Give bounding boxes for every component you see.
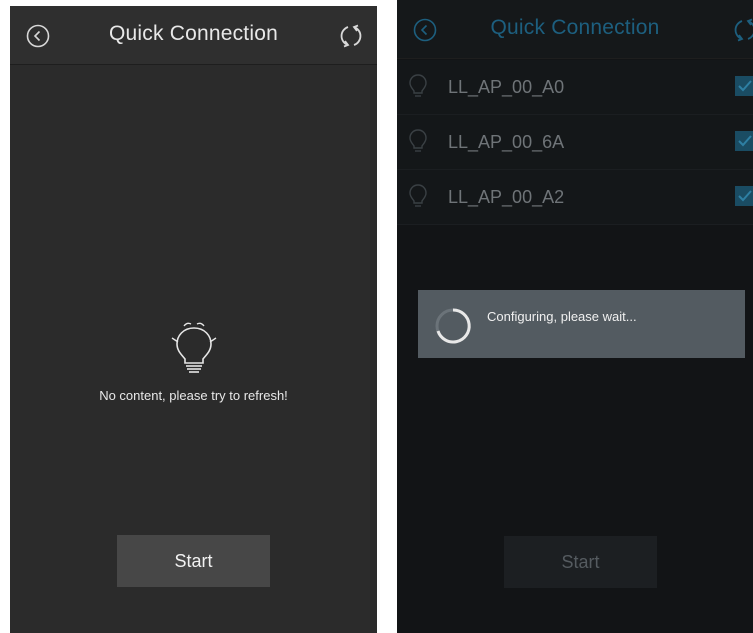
device-checkbox[interactable] bbox=[735, 186, 753, 206]
refresh-button[interactable] bbox=[337, 22, 365, 50]
left-phone-screen: Quick Connection No content, please try … bbox=[10, 6, 377, 633]
empty-state: No content, please try to refresh! bbox=[10, 318, 377, 403]
checkbox-checked-icon bbox=[738, 190, 752, 202]
empty-message: No content, please try to refresh! bbox=[99, 388, 288, 403]
device-checkbox[interactable] bbox=[735, 131, 753, 151]
light-bulb-icon bbox=[409, 129, 427, 152]
checkbox-checked-icon bbox=[738, 135, 752, 147]
progress-dialog: Configuring, please wait... bbox=[418, 290, 745, 358]
device-checkbox[interactable] bbox=[735, 76, 753, 96]
start-button[interactable]: Start bbox=[117, 535, 270, 587]
light-bulb-icon bbox=[171, 322, 216, 373]
device-row[interactable]: LL_AP_00_A2 bbox=[397, 170, 753, 225]
start-button[interactable]: Start bbox=[504, 536, 657, 588]
refresh-icon bbox=[734, 18, 753, 42]
checkbox-checked-icon bbox=[738, 80, 752, 92]
device-list: LL_AP_00_A0 LL_AP_00_6A LL_AP_00_A2 bbox=[397, 60, 753, 225]
device-row[interactable]: LL_AP_00_6A bbox=[397, 115, 753, 170]
loading-spinner-icon bbox=[435, 308, 471, 344]
top-bar: Quick Connection bbox=[10, 6, 377, 65]
device-name: LL_AP_00_A2 bbox=[448, 187, 565, 207]
progress-message: Configuring, please wait... bbox=[487, 309, 637, 324]
device-name: LL_AP_00_6A bbox=[448, 132, 565, 152]
device-row[interactable]: LL_AP_00_A0 bbox=[397, 60, 753, 115]
light-bulb-icon bbox=[409, 74, 427, 97]
light-bulb-icon bbox=[409, 184, 427, 207]
page-title: Quick Connection bbox=[490, 16, 660, 39]
right-phone-screen: Quick Connection LL_AP_00_A0 LL_AP_00_6A… bbox=[397, 0, 753, 633]
page-title: Quick Connection bbox=[109, 22, 278, 45]
refresh-button[interactable] bbox=[731, 16, 753, 44]
top-bar: Quick Connection bbox=[397, 0, 753, 59]
refresh-icon bbox=[340, 24, 362, 48]
device-name: LL_AP_00_A0 bbox=[448, 77, 565, 97]
